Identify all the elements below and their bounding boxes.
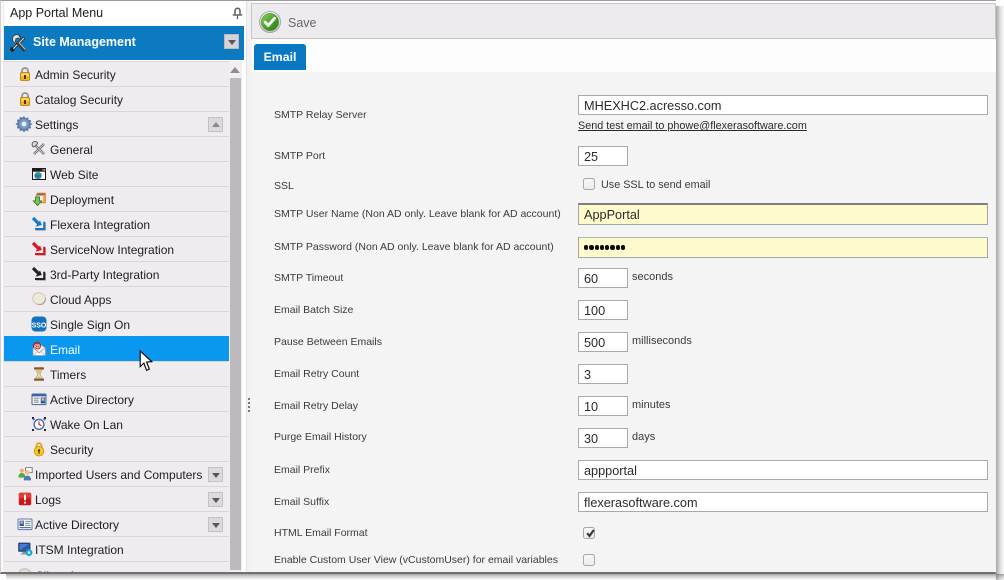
svg-text:SSO: SSO [32, 322, 47, 329]
